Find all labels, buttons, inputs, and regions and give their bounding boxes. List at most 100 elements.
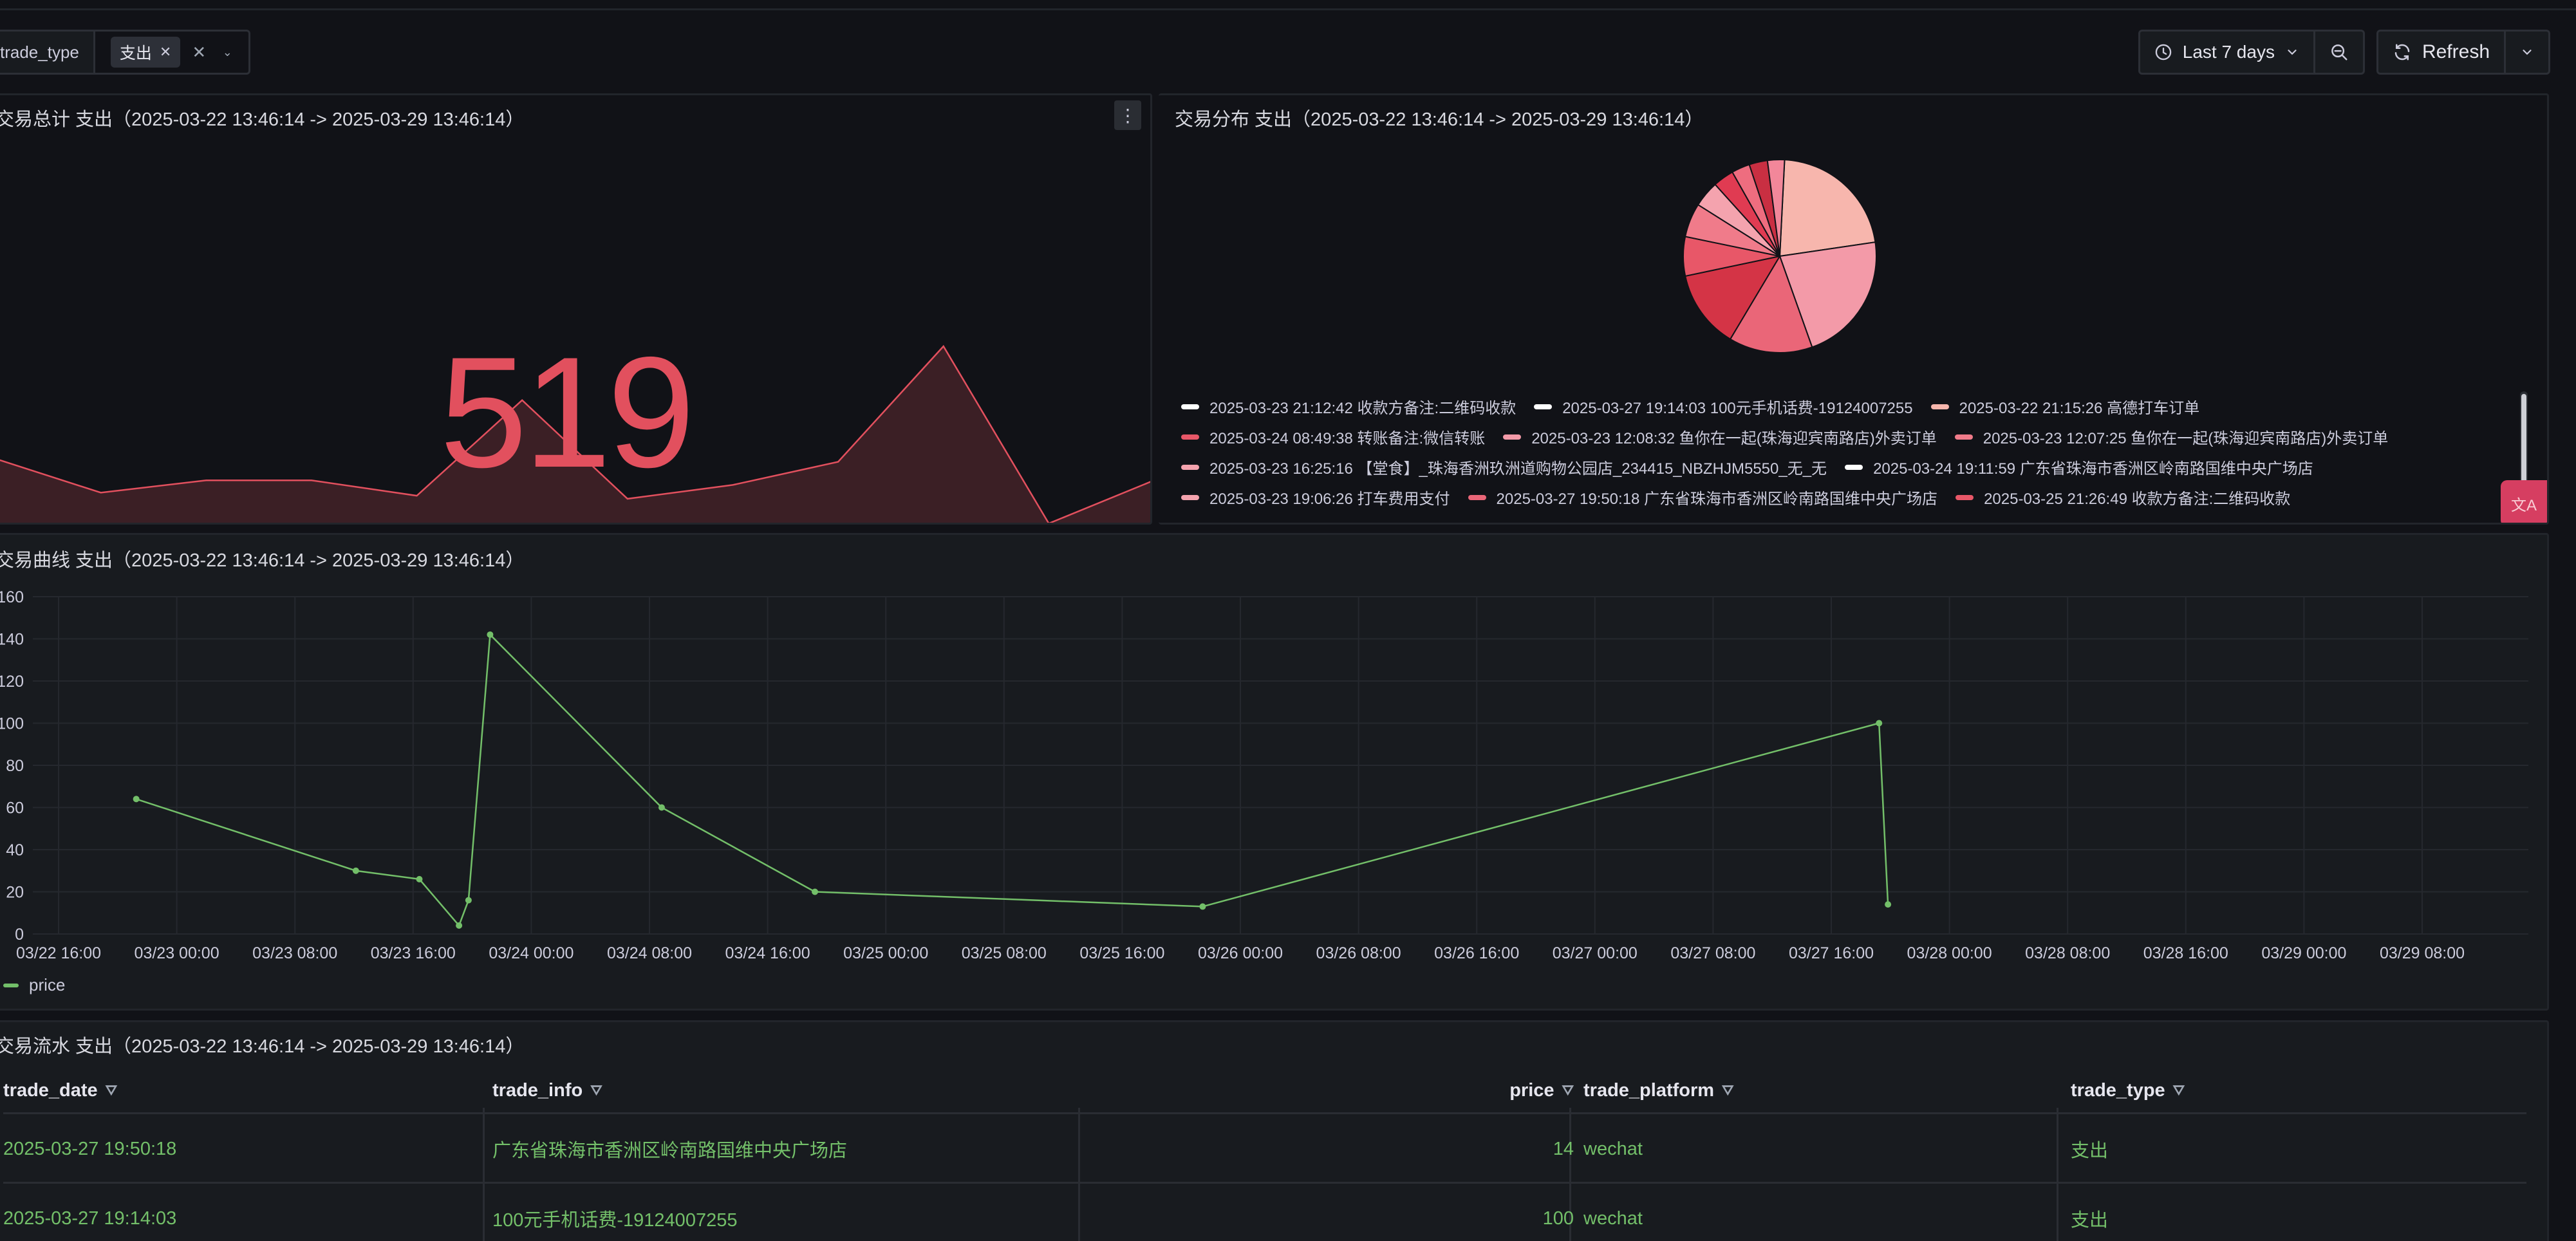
legend-swatch	[1534, 404, 1553, 409]
cell-trade-date: 2025-03-27 19:14:03	[3, 1208, 177, 1229]
column-header-trade-type[interactable]: trade_type ⛛	[2071, 1074, 2185, 1107]
data-point	[812, 888, 819, 895]
table-row[interactable]: 2025-03-27 19:50:18 广东省珠海市香洲区岭南路国维中央广场店 …	[3, 1112, 2526, 1182]
column-label: trade_info	[492, 1079, 583, 1101]
data-point	[1199, 903, 1206, 910]
variable-label: trade_type	[0, 30, 95, 75]
pie-panel[interactable]: 交易分布 支出（2025-03-22 13:46:14 -> 2025-03-2…	[1159, 93, 2549, 525]
legend-swatch	[1468, 494, 1486, 500]
y-tick-label: 60	[6, 799, 24, 817]
data-point	[456, 922, 463, 929]
legend-label: 2025-03-23 12:07:25 鱼你在一起(珠海迎宾南路店)外卖订单	[1983, 430, 2389, 447]
timeseries-panel[interactable]: 交易曲线 支出（2025-03-22 13:46:14 -> 2025-03-2…	[0, 533, 2549, 1011]
series-legend[interactable]: price	[3, 975, 65, 995]
x-tick-label: 03/27 00:00	[1553, 944, 1638, 962]
refresh-button[interactable]: Refresh	[2378, 32, 2504, 73]
cell-price: 14	[1553, 1138, 1574, 1159]
column-header-trade-platform[interactable]: trade_platform ⛛	[1583, 1074, 1734, 1107]
translate-icon[interactable]: 文A	[2501, 480, 2547, 523]
pie-slice	[1778, 159, 1876, 257]
legend-label: 2025-03-23 21:12:42 收款方备注:二维码收款	[1209, 400, 1517, 417]
x-tick-label: 03/27 08:00	[1670, 944, 1755, 962]
legend-swatch	[1181, 434, 1199, 440]
filter-icon[interactable]: ⛛	[1722, 1082, 1733, 1099]
legend-swatch	[1181, 404, 1199, 409]
x-tick-label: 03/25 16:00	[1079, 944, 1164, 962]
table-panel[interactable]: 交易流水 支出（2025-03-22 13:46:14 -> 2025-03-2…	[0, 1020, 2549, 1241]
variable-bar: trade_type 支出 ✕ ✕ ⌄	[0, 30, 251, 75]
line-chart: 0 20 40 60 80 100 120 140 160 03/22 16:00 03/23 00…	[0, 588, 2528, 962]
legend-item[interactable]: 2025-03-23 19:06:26 打车费用支付	[1181, 486, 1450, 509]
x-tick-label: 03/26 08:00	[1316, 944, 1401, 962]
filter-icon[interactable]: ⛛	[2173, 1082, 2185, 1099]
legend-swatch	[1930, 404, 1949, 409]
scrollbar-thumb[interactable]	[2521, 394, 2526, 484]
zoom-out-button[interactable]	[2313, 32, 2363, 73]
legend-item[interactable]: 2025-03-24 08:49:38 转账备注:微信转账	[1181, 425, 1485, 448]
x-tick-label: 03/25 00:00	[843, 944, 928, 962]
filter-icon[interactable]: ⛛	[106, 1082, 117, 1099]
chevron-down-icon	[2288, 50, 2297, 55]
variable-chip-label: 支出	[119, 44, 152, 62]
table-row[interactable]: 2025-03-27 19:14:03 100元手机话费-19124007255…	[3, 1182, 2526, 1241]
chevron-down-icon	[2523, 50, 2532, 55]
y-tick-label: 140	[0, 631, 24, 649]
x-tick-label: 03/23 00:00	[135, 944, 219, 962]
pie-chart	[1683, 159, 1877, 353]
panel-menu-button[interactable]: ⋮	[1114, 100, 1141, 130]
clear-icon[interactable]: ✕	[189, 42, 209, 62]
legend-item[interactable]: 2025-03-23 12:08:32 鱼你在一起(珠海迎宾南路店)外卖订单	[1503, 425, 1937, 448]
column-header-trade-info[interactable]: trade_info ⛛	[492, 1074, 602, 1107]
column-label: trade_type	[2071, 1079, 2165, 1101]
refresh-picker: Refresh	[2376, 30, 2550, 75]
clock-icon	[2155, 44, 2171, 61]
x-tick-label: 03/23 16:00	[371, 944, 456, 962]
stat-panel[interactable]: 交易总计 支出（2025-03-22 13:46:14 -> 2025-03-2…	[0, 93, 1152, 525]
table-header: trade_date ⛛ trade_info ⛛ price ⛛ trade_pla…	[3, 1074, 2526, 1107]
data-point	[352, 867, 359, 874]
top-nav-edge	[0, 0, 2576, 10]
legend-swatch	[1503, 434, 1522, 440]
filter-icon[interactable]: ⛛	[590, 1082, 602, 1099]
time-range-button[interactable]: Last 7 days	[2140, 32, 2313, 73]
column-header-price[interactable]: price ⛛	[1509, 1074, 1574, 1107]
legend-row: 2025-03-24 08:49:38 转账备注:微信转账 2025-03-23 …	[1181, 422, 2533, 452]
cell-trade-type: 支出	[2071, 1141, 2109, 1161]
x-tick-label: 03/26 16:00	[1434, 944, 1519, 962]
x-tick-label: 03/24 16:00	[725, 944, 810, 962]
refresh-interval-button[interactable]	[2504, 32, 2548, 73]
legend-item[interactable]: 2025-03-27 19:14:03 100元手机话费-19124007255	[1534, 395, 1913, 418]
legend-label: 2025-03-23 16:25:16 【堂食】_珠海香洲玖洲道购物公园店_23…	[1209, 460, 1827, 478]
legend-scrollbar[interactable]	[2520, 391, 2528, 494]
variable-select[interactable]: 支出 ✕ ✕ ⌄	[95, 30, 251, 75]
y-tick-label: 160	[0, 588, 24, 606]
legend-item[interactable]: 2025-03-22 21:15:26 高德打车订单	[1930, 395, 2200, 418]
column-header-trade-date[interactable]: trade_date ⛛	[3, 1074, 117, 1107]
cell-trade-info: 100元手机话费-19124007255	[492, 1210, 738, 1231]
dashboard-controls: Last 7 days Refresh	[2138, 30, 2550, 75]
panel-title: 交易分布 支出（2025-03-22 13:46:14 -> 2025-03-2…	[1175, 109, 1704, 130]
variable-chip[interactable]: 支出 ✕	[110, 37, 181, 68]
x-tick-label: 03/28 16:00	[2143, 944, 2228, 962]
legend-swatch	[1845, 464, 1863, 470]
legend-item[interactable]: 2025-03-27 19:50:18 广东省珠海市香洲区岭南路国维中央广场店	[1468, 486, 1938, 509]
legend-swatch	[1954, 434, 1973, 440]
legend-item[interactable]: 2025-03-24 19:11:59 广东省珠海市香洲区岭南路国维中央广场店	[1845, 456, 2313, 478]
zoom-out-icon	[2331, 44, 2347, 61]
column-label: trade_platform	[1583, 1079, 1715, 1101]
cell-trade-type: 支出	[2071, 1210, 2109, 1231]
y-tick-label: 20	[6, 884, 24, 902]
legend-label: 2025-03-27 19:50:18 广东省珠海市香洲区岭南路国维中央广场店	[1496, 490, 1938, 508]
y-tick-label: 80	[6, 757, 24, 775]
legend-row: 2025-03-23 16:25:16 【堂食】_珠海香洲玖洲道购物公园店_23…	[1181, 452, 2533, 482]
chevron-down-icon[interactable]: ⌄	[218, 46, 237, 59]
legend-item[interactable]: 2025-03-23 21:12:42 收款方备注:二维码收款	[1181, 395, 1516, 418]
filter-icon[interactable]: ⛛	[1562, 1082, 1574, 1099]
legend-item[interactable]: 2025-03-23 16:25:16 【堂食】_珠海香洲玖洲道购物公园店_23…	[1181, 456, 1827, 478]
legend-item[interactable]: 2025-03-25 21:26:49 收款方备注:二维码收款	[1955, 486, 2290, 509]
remove-chip-icon[interactable]: ✕	[160, 44, 171, 61]
cell-price: 100	[1542, 1208, 1574, 1229]
cell-trade-info: 广东省珠海市香洲区岭南路国维中央广场店	[492, 1141, 848, 1161]
legend-label: 2025-03-22 21:15:26 高德打车订单	[1959, 400, 2200, 417]
legend-item[interactable]: 2025-03-23 12:07:25 鱼你在一起(珠海迎宾南路店)外卖订单	[1954, 425, 2389, 448]
